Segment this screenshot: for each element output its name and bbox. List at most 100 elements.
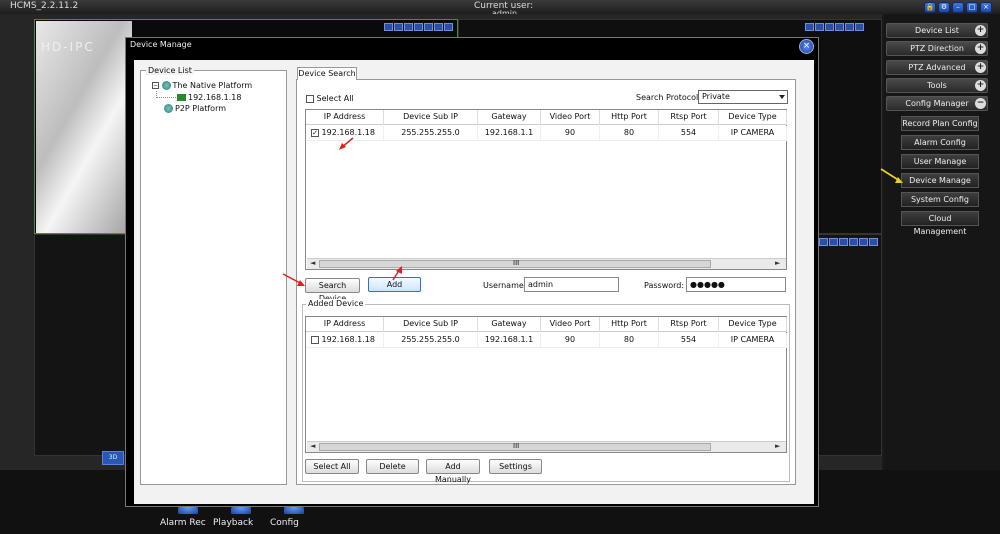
lock-icon[interactable]: 🔒 xyxy=(924,2,936,13)
scroll-right-icon[interactable]: ► xyxy=(775,259,780,267)
config-label[interactable]: Config xyxy=(270,518,299,528)
cell-gateway: 192.168.1.1 xyxy=(478,126,541,141)
record-icon[interactable] xyxy=(819,238,828,246)
close-pane-icon[interactable] xyxy=(444,23,453,31)
playback-label[interactable]: Playback xyxy=(213,518,253,528)
close-icon[interactable]: × xyxy=(980,2,992,13)
cell-device-type: IP CAMERA xyxy=(719,126,787,141)
search-protocol-label: Search Protocol: xyxy=(636,93,701,102)
scroll-left-icon[interactable]: ◄ xyxy=(310,442,315,450)
add-button[interactable]: Add xyxy=(368,277,421,292)
close-icon[interactable]: × xyxy=(799,39,814,54)
select-all-checkbox[interactable]: Select All xyxy=(306,94,354,103)
search-protocol-select[interactable]: Private xyxy=(698,90,788,104)
add-manually-button[interactable]: Add Manually xyxy=(426,459,480,484)
cell-gateway: 192.168.1.1 xyxy=(478,333,541,348)
col-ip[interactable]: IP Address xyxy=(306,317,384,332)
col-video-port[interactable]: Video Port xyxy=(541,110,600,125)
zoom-icon[interactable] xyxy=(424,23,433,31)
zoom-icon[interactable] xyxy=(845,23,854,31)
col-http-port[interactable]: Http Port xyxy=(600,110,659,125)
snapshot-icon[interactable] xyxy=(829,238,838,246)
tree-connector xyxy=(156,91,176,98)
record-icon[interactable] xyxy=(805,23,814,31)
settings-button[interactable]: Settings xyxy=(489,459,542,474)
table-row[interactable]: 192.168.1.18 255.255.255.0 192.168.1.1 9… xyxy=(306,333,787,348)
zoom-icon[interactable] xyxy=(859,238,868,246)
expand-icon[interactable]: + xyxy=(975,43,986,54)
tree-node-p2p-platform[interactable]: P2P Platform xyxy=(164,104,226,113)
collapse-icon[interactable]: − xyxy=(975,98,986,109)
expand-icon[interactable]: + xyxy=(975,25,986,36)
ptz-direction-button[interactable]: PTZ Direction + xyxy=(886,41,988,56)
search-device-button[interactable]: Search Device xyxy=(305,278,360,303)
col-device-type[interactable]: Device Type xyxy=(719,110,787,125)
expand-icon[interactable]: + xyxy=(975,80,986,91)
select-all-button[interactable]: Select All xyxy=(305,459,359,474)
tree-node-native-platform[interactable]: − The Native Platform xyxy=(152,81,252,90)
scroll-right-icon[interactable]: ► xyxy=(775,442,780,450)
minimize-icon[interactable]: – xyxy=(952,2,964,13)
tab-device-search[interactable]: Device Search xyxy=(297,67,357,80)
audio-icon[interactable] xyxy=(825,23,834,31)
col-gateway[interactable]: Gateway xyxy=(478,317,541,332)
device-list-button[interactable]: Device List + xyxy=(886,23,988,38)
layout-button[interactable]: 3D xyxy=(102,451,124,465)
config-manager-button[interactable]: Config Manager − xyxy=(886,96,988,111)
record-plan-config-button[interactable]: Record Plan Config xyxy=(901,116,979,131)
system-config-button[interactable]: System Config xyxy=(901,192,979,207)
table-row[interactable]: ✓ 192.168.1.18 255.255.255.0 192.168.1.1… xyxy=(306,126,787,141)
cell-device-type: IP CAMERA xyxy=(719,333,787,348)
col-sub-ip[interactable]: Device Sub IP xyxy=(384,317,478,332)
audio-icon[interactable] xyxy=(404,23,413,31)
tree-node-device[interactable]: 192.168.1.18 xyxy=(177,93,241,102)
col-http-port[interactable]: Http Port xyxy=(600,317,659,332)
cell-video-port: 90 xyxy=(541,126,600,141)
maximize-icon[interactable]: □ xyxy=(966,2,978,13)
alarm-rec-label[interactable]: Alarm Rec xyxy=(160,518,206,528)
ptz-advanced-button[interactable]: PTZ Advanced + xyxy=(886,60,988,75)
username-input[interactable]: admin xyxy=(524,277,619,292)
talk-icon[interactable] xyxy=(835,23,844,31)
talk-icon[interactable] xyxy=(849,238,858,246)
col-sub-ip[interactable]: Device Sub IP xyxy=(384,110,478,125)
globe-icon xyxy=(161,81,171,90)
talk-icon[interactable] xyxy=(414,23,423,31)
ptz-icon[interactable] xyxy=(434,23,443,31)
checkbox[interactable] xyxy=(306,94,314,103)
snapshot-icon[interactable] xyxy=(815,23,824,31)
col-rtsp-port[interactable]: Rtsp Port xyxy=(659,110,719,125)
cloud-management-button[interactable]: Cloud Management xyxy=(901,211,979,236)
record-icon[interactable] xyxy=(384,23,393,31)
col-video-port[interactable]: Video Port xyxy=(541,317,600,332)
row-checkbox[interactable]: ✓ xyxy=(311,128,319,137)
device-manage-button[interactable]: Device Manage xyxy=(901,173,979,188)
tools-button[interactable]: Tools + xyxy=(886,78,988,93)
col-gateway[interactable]: Gateway xyxy=(478,110,541,125)
tree-toggle-icon[interactable]: − xyxy=(152,82,159,89)
scroll-left-icon[interactable]: ◄ xyxy=(310,259,315,267)
close-pane-icon[interactable] xyxy=(869,238,878,246)
settings-icon[interactable]: ⚙ xyxy=(938,2,950,13)
expand-icon[interactable]: + xyxy=(975,62,986,73)
col-rtsp-port[interactable]: Rtsp Port xyxy=(659,317,719,332)
camera-icon xyxy=(177,94,186,101)
col-ip[interactable]: IP Address xyxy=(306,110,384,125)
user-manage-button[interactable]: User Manage xyxy=(901,154,979,169)
password-input[interactable]: ●●●●● xyxy=(686,277,786,292)
table-header: IP Address Device Sub IP Gateway Video P… xyxy=(306,317,787,332)
cell-ip: 192.168.1.18 xyxy=(306,333,384,348)
horizontal-scrollbar[interactable]: ◄ III ► xyxy=(307,441,786,452)
audio-icon[interactable] xyxy=(839,238,848,246)
dialog-title: Device Manage xyxy=(130,40,192,49)
cell-rtsp-port: 554 xyxy=(659,333,719,348)
horizontal-scrollbar[interactable]: ◄ III ► xyxy=(307,258,786,269)
delete-button[interactable]: Delete xyxy=(366,459,419,474)
snapshot-icon[interactable] xyxy=(394,23,403,31)
video-pane-toolbar-2 xyxy=(805,23,864,31)
username-label: Username xyxy=(483,281,524,290)
close-pane-icon[interactable] xyxy=(855,23,864,31)
row-checkbox[interactable] xyxy=(311,335,319,344)
col-device-type[interactable]: Device Type xyxy=(719,317,787,332)
alarm-config-button[interactable]: Alarm Config xyxy=(901,135,979,150)
